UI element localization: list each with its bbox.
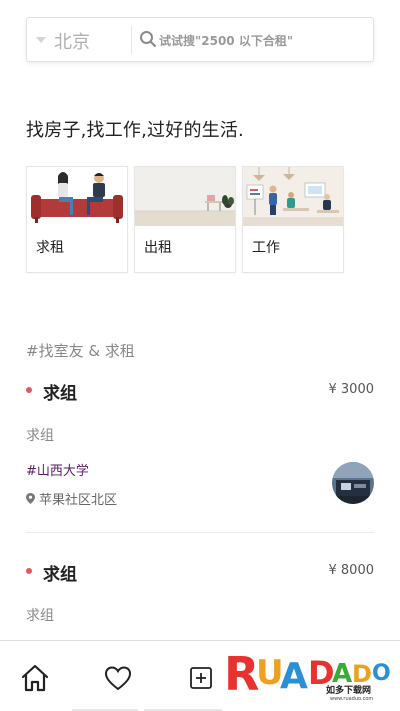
heart-icon[interactable] xyxy=(103,663,133,693)
search-bar[interactable]: 北京 试试搜"2500 以下合租" xyxy=(26,17,374,62)
sofa-people-illustration-icon xyxy=(27,167,127,226)
category-card-rent-seeking[interactable]: 求租 xyxy=(26,166,128,273)
svg-text:如多下载网: 如多下载网 xyxy=(326,684,371,696)
watermark-logo: R U A D A D O 如多下载网 www.ruaduo.com xyxy=(222,640,392,702)
post-title: 求组 xyxy=(43,384,77,404)
category-label-rent-seeking: 求租 xyxy=(36,240,64,256)
category-card-rent-out[interactable]: 出租 xyxy=(134,166,236,273)
svg-text:www.ruaduo.com: www.ruaduo.com xyxy=(330,696,373,700)
office-illustration-icon xyxy=(243,167,343,226)
home-icon[interactable] xyxy=(20,663,50,693)
city-selector[interactable]: 北京 xyxy=(54,28,90,54)
search-icon xyxy=(140,31,157,48)
category-label-rent-out: 出租 xyxy=(144,240,172,256)
list-item[interactable]: 求组 ¥ 8000 求组 xyxy=(26,559,374,629)
post-tag-link[interactable]: #山西大学 xyxy=(26,460,89,479)
list-divider xyxy=(26,532,374,533)
room-illustration-icon xyxy=(135,167,235,226)
section-title: #找室友 & 求租 xyxy=(26,342,135,360)
svg-text:R: R xyxy=(224,647,259,700)
svg-text:A: A xyxy=(332,659,352,689)
city-dropdown-icon[interactable] xyxy=(36,37,46,43)
post-price: ¥ 8000 xyxy=(328,563,375,578)
post-title: 求组 xyxy=(43,565,77,585)
search-divider xyxy=(131,26,132,54)
post-location-text: 苹果社区北区 xyxy=(39,493,118,508)
page-tagline: 找房子,找工作,过好的生活. xyxy=(26,120,244,141)
avatar[interactable] xyxy=(332,462,374,504)
svg-text:D: D xyxy=(352,660,372,688)
category-card-work[interactable]: 工作 xyxy=(242,166,344,273)
bullet-dot-icon xyxy=(26,387,32,393)
category-label-work: 工作 xyxy=(252,240,280,256)
post-location: 苹果社区北区 xyxy=(26,489,117,508)
post-description: 求组 xyxy=(26,608,54,624)
search-input[interactable]: 试试搜"2500 以下合租" xyxy=(159,32,293,49)
svg-text:O: O xyxy=(372,661,391,686)
svg-text:A: A xyxy=(280,656,308,697)
location-pin-icon xyxy=(26,493,35,504)
post-price: ¥ 3000 xyxy=(328,382,375,397)
add-icon[interactable] xyxy=(186,663,216,693)
bullet-dot-icon xyxy=(26,568,32,574)
post-description: 求组 xyxy=(26,428,54,444)
list-item[interactable]: 求组 ¥ 3000 求组 #山西大学 苹果社区北区 xyxy=(26,378,374,538)
